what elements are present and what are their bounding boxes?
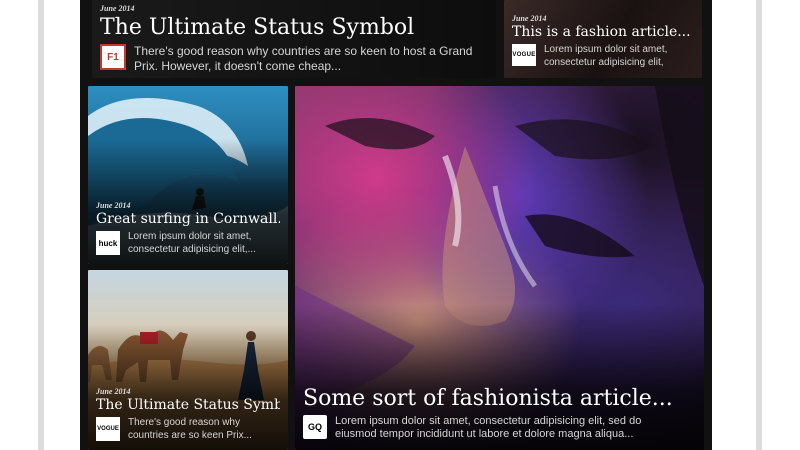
article-card-fashionista-feature[interactable]: Some sort of fashionista article... GQ L… <box>295 86 704 450</box>
article-date: June 2014 <box>512 14 547 23</box>
article-date: June 2014 <box>100 4 135 13</box>
article-snippet: Lorem ipsum dolor sit amet, consectetur … <box>544 44 668 68</box>
tablet-screen: June 2014 The Ultimate Status Symbol F1 … <box>80 0 712 450</box>
article-title[interactable]: The Ultimate Status Symbol... <box>96 397 280 413</box>
article-card-camels[interactable]: June 2014 The Ultimate Status Symbol... … <box>88 270 288 450</box>
article-title[interactable]: This is a fashion article... <box>512 24 694 40</box>
article-card-grand-prix[interactable]: June 2014 The Ultimate Status Symbol F1 … <box>92 0 496 78</box>
publisher-logo: GQ <box>303 414 327 439</box>
publisher-logo: VOGUE <box>512 44 536 66</box>
article-title[interactable]: The Ultimate Status Symbol <box>100 15 488 40</box>
article-title[interactable]: Some sort of fashionista article... <box>303 386 696 411</box>
article-snippet: There's good reason why countries are so… <box>134 44 473 73</box>
article-date: June 2014 <box>96 201 131 210</box>
publisher-logo: huck <box>96 231 120 255</box>
article-snippet: Lorem ipsum dolor sit amet, consectetur … <box>335 414 642 441</box>
article-title[interactable]: Great surfing in Cornwall... <box>96 211 280 227</box>
publisher-logo: VOGUE <box>96 417 120 441</box>
article-card-fashion[interactable]: June 2014 This is a fashion article... V… <box>504 0 702 78</box>
article-card-surfing[interactable]: June 2014 Great surfing in Cornwall... h… <box>88 86 288 264</box>
device-bezel-left <box>38 0 44 450</box>
article-snippet: Lorem ipsum dolor sit amet, consectetur … <box>128 231 256 255</box>
publisher-logo: F1 <box>100 44 126 70</box>
article-date: June 2014 <box>96 387 131 396</box>
article-snippet: There's good reason why countries are so… <box>128 417 252 441</box>
device-bezel-right <box>756 0 762 450</box>
